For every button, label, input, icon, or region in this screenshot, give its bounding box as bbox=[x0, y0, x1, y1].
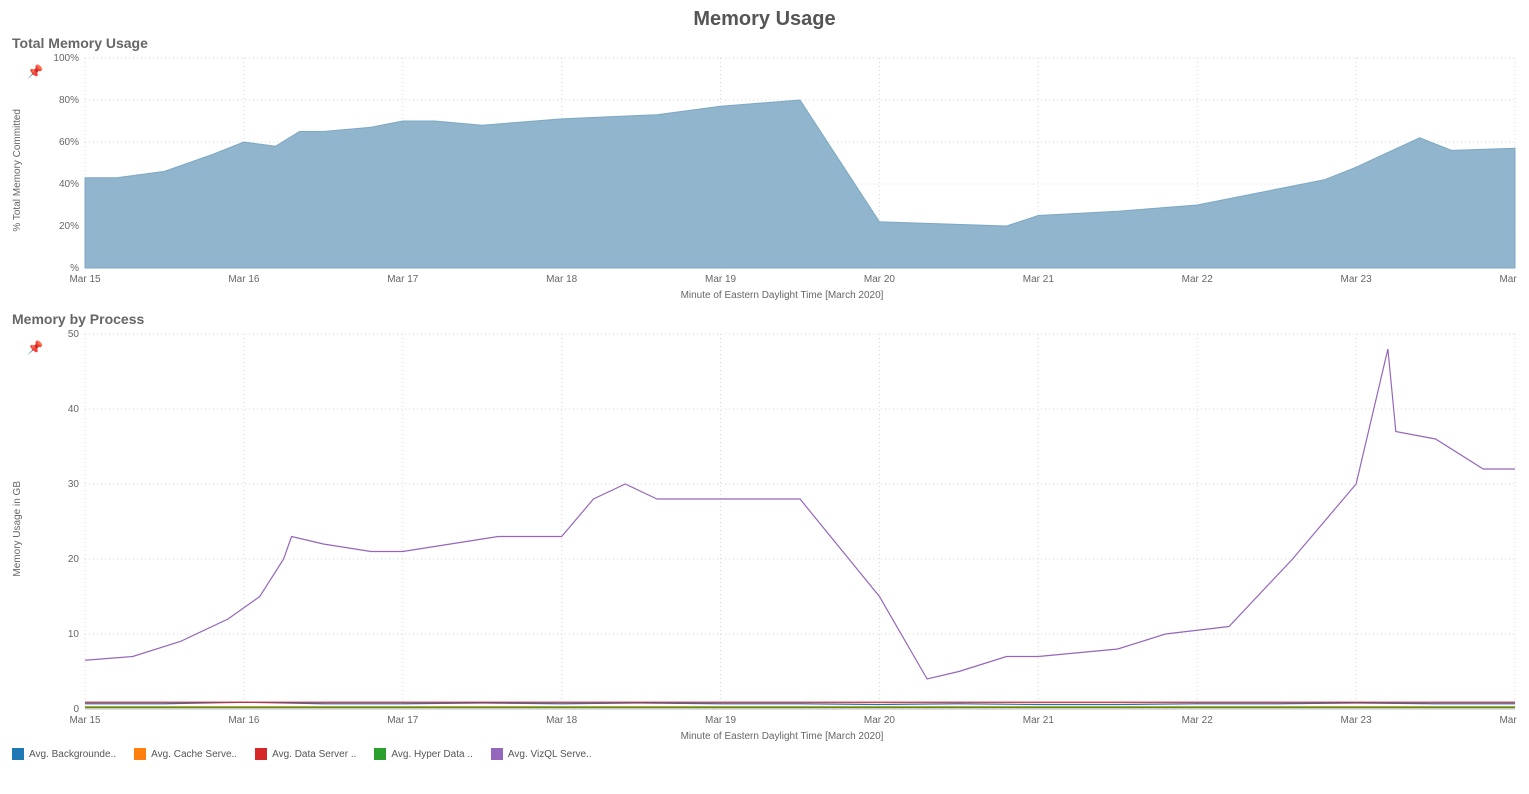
pin-icon[interactable]: 📌 bbox=[27, 329, 43, 354]
svg-text:Mar 23: Mar 23 bbox=[1341, 715, 1373, 726]
legend-swatch bbox=[491, 748, 503, 760]
svg-text:Mar 18: Mar 18 bbox=[546, 274, 578, 285]
svg-text:Mar 24: Mar 24 bbox=[1500, 274, 1517, 285]
legend-item[interactable]: Avg. Cache Serve.. bbox=[134, 748, 237, 760]
legend-label: Avg. Cache Serve.. bbox=[151, 749, 237, 760]
chart1-plot[interactable]: % 20% 40% 60% 80% 100% Mar 15 Mar 16 Mar 17 Mar 1… bbox=[45, 53, 1517, 288]
svg-text:Mar 21: Mar 21 bbox=[1023, 274, 1055, 285]
svg-text:Mar 24: Mar 24 bbox=[1500, 715, 1517, 726]
chart2-plot[interactable]: 0 10 20 30 40 50 Mar 15 Mar 16 Mar 17 Mar 18 Mar 1… bbox=[45, 329, 1517, 729]
legend-item[interactable]: Avg. VizQL Serve.. bbox=[491, 748, 592, 760]
legend-item[interactable]: Avg. Backgrounde.. bbox=[12, 748, 116, 760]
chart1-ylabel: % Total Memory Committed bbox=[12, 109, 23, 232]
svg-text:Mar 19: Mar 19 bbox=[705, 274, 737, 285]
legend-swatch bbox=[255, 748, 267, 760]
legend-label: Avg. Backgrounde.. bbox=[29, 749, 116, 760]
svg-text:20: 20 bbox=[68, 554, 80, 565]
svg-text:Mar 16: Mar 16 bbox=[229, 715, 261, 726]
legend-swatch bbox=[12, 748, 24, 760]
chart2-legend: Avg. Backgrounde.. Avg. Cache Serve.. Avg.… bbox=[12, 748, 1517, 760]
svg-text:Mar 16: Mar 16 bbox=[229, 274, 261, 285]
legend-label: Avg. Data Server .. bbox=[272, 749, 356, 760]
svg-text:40%: 40% bbox=[59, 179, 79, 190]
svg-text:0: 0 bbox=[74, 704, 80, 715]
legend-label: Avg. Hyper Data .. bbox=[391, 749, 473, 760]
legend-item[interactable]: Avg. Data Server .. bbox=[255, 748, 356, 760]
svg-text:60%: 60% bbox=[59, 137, 79, 148]
svg-text:Mar 15: Mar 15 bbox=[70, 715, 102, 726]
svg-text:50: 50 bbox=[68, 329, 80, 340]
svg-text:80%: 80% bbox=[59, 95, 79, 106]
chart1-xlabel: Minute of Eastern Daylight Time [March 2… bbox=[62, 290, 1502, 301]
svg-text:10: 10 bbox=[68, 629, 80, 640]
legend-label: Avg. VizQL Serve.. bbox=[508, 749, 592, 760]
chart2-ylabel: Memory Usage in GB bbox=[12, 481, 23, 577]
svg-text:Mar 15: Mar 15 bbox=[70, 274, 102, 285]
svg-text:Mar 18: Mar 18 bbox=[546, 715, 578, 726]
chart2: Memory Usage in GB 📌 0 10 20 30 40 50 Mar 15 Ma… bbox=[12, 329, 1517, 729]
svg-text:40: 40 bbox=[68, 404, 80, 415]
svg-text:%: % bbox=[70, 263, 79, 274]
legend-swatch bbox=[134, 748, 146, 760]
svg-text:Mar 20: Mar 20 bbox=[864, 274, 896, 285]
svg-text:100%: 100% bbox=[54, 53, 80, 64]
chart2-title: Memory by Process bbox=[12, 311, 1517, 327]
svg-text:Mar 22: Mar 22 bbox=[1182, 274, 1214, 285]
legend-swatch bbox=[374, 748, 386, 760]
chart1: % Total Memory Committed 📌 % 20% 40% 60% 80%… bbox=[12, 53, 1517, 288]
svg-text:Mar 21: Mar 21 bbox=[1023, 715, 1055, 726]
svg-text:Mar 23: Mar 23 bbox=[1341, 274, 1373, 285]
svg-text:Mar 17: Mar 17 bbox=[387, 274, 419, 285]
svg-text:Mar 19: Mar 19 bbox=[705, 715, 737, 726]
chart1-title: Total Memory Usage bbox=[12, 35, 1517, 51]
svg-text:20%: 20% bbox=[59, 221, 79, 232]
svg-text:Mar 17: Mar 17 bbox=[387, 715, 419, 726]
legend-item[interactable]: Avg. Hyper Data .. bbox=[374, 748, 473, 760]
svg-text:30: 30 bbox=[68, 479, 80, 490]
pin-icon[interactable]: 📌 bbox=[27, 53, 43, 78]
svg-text:Mar 22: Mar 22 bbox=[1182, 715, 1214, 726]
svg-text:Mar 20: Mar 20 bbox=[864, 715, 896, 726]
page-title: Memory Usage bbox=[12, 8, 1517, 31]
chart2-xlabel: Minute of Eastern Daylight Time [March 2… bbox=[62, 731, 1502, 742]
